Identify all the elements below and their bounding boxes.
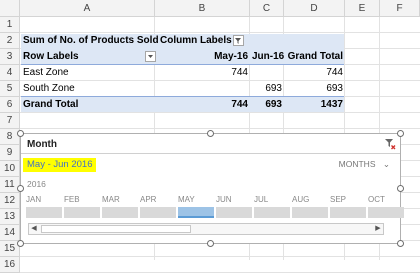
- resize-handle[interactable]: [397, 130, 404, 137]
- month-label: JAN: [26, 195, 42, 204]
- column-letter: B: [198, 3, 206, 14]
- row-header[interactable]: 4: [0, 65, 20, 81]
- pivot-col-header-may[interactable]: May-16: [155, 49, 250, 65]
- pivot-cell[interactable]: 744: [284, 65, 345, 81]
- timeline-bar[interactable]: [216, 207, 252, 218]
- chevron-down-icon: ⌄: [382, 159, 390, 169]
- column-header-c[interactable]: C: [250, 0, 284, 17]
- timeline-bar[interactable]: [254, 207, 290, 218]
- row-header[interactable]: 3: [0, 49, 20, 65]
- column-header-a[interactable]: A: [20, 0, 155, 17]
- row-header[interactable]: 10: [0, 161, 20, 177]
- pivot-grand-total-cell[interactable]: 1437: [284, 97, 345, 113]
- pivot-values-header[interactable]: Sum of No. of Products Sold: [21, 33, 161, 49]
- pivot-grand-total-label[interactable]: Grand Total: [21, 97, 80, 113]
- column-header-d[interactable]: D: [284, 0, 345, 17]
- month-label: JUL: [254, 195, 269, 204]
- row-header[interactable]: 12: [0, 193, 20, 209]
- resize-handle[interactable]: [17, 185, 24, 192]
- row-header[interactable]: 2: [0, 33, 20, 49]
- resize-handle[interactable]: [207, 240, 214, 247]
- month-label: JUN: [216, 195, 232, 204]
- timeline-bar[interactable]: [368, 207, 404, 218]
- pivot-column-labels[interactable]: Column Labels: [158, 33, 234, 49]
- pivot-grand-total-cell[interactable]: 693: [250, 97, 284, 113]
- month-label: MAR: [102, 195, 120, 204]
- pivot-grand-total-cell[interactable]: 744: [155, 97, 250, 113]
- time-level-label: MONTHS: [338, 159, 376, 169]
- month-label: FEB: [64, 195, 80, 204]
- timeline-bar[interactable]: [102, 207, 138, 218]
- column-letter: C: [262, 3, 271, 14]
- resize-handle[interactable]: [207, 130, 214, 137]
- filter-applied-icon: [235, 38, 241, 44]
- pivot-col-header-jun[interactable]: Jun-16: [250, 49, 284, 65]
- scroll-right-icon[interactable]: ▶: [373, 224, 383, 234]
- row-header[interactable]: 14: [0, 225, 20, 241]
- scroll-left-icon[interactable]: ◀: [29, 224, 39, 234]
- pivot-cell[interactable]: 744: [155, 65, 250, 81]
- column-labels-filter-button[interactable]: [233, 35, 244, 46]
- pivot-cell[interactable]: 693: [284, 81, 345, 97]
- resize-handle[interactable]: [17, 240, 24, 247]
- column-header-e[interactable]: E: [345, 0, 380, 17]
- dropdown-arrow-icon: [148, 55, 153, 58]
- row-gridline: [20, 256, 420, 257]
- timeline-bar[interactable]: [330, 207, 366, 218]
- pivot-row-label[interactable]: South Zone: [21, 81, 77, 97]
- time-level-dropdown[interactable]: MONTHS ⌄: [339, 159, 390, 170]
- column-letter: E: [358, 3, 366, 14]
- scroll-thumb[interactable]: [41, 225, 191, 233]
- year-label: 2016: [27, 179, 46, 189]
- timeline-bar[interactable]: [292, 207, 328, 218]
- month-label: SEP: [330, 195, 347, 204]
- column-header-b[interactable]: B: [155, 0, 250, 17]
- pivot-col-header-total[interactable]: Grand Total: [284, 49, 345, 65]
- timeline-bar[interactable]: [140, 207, 176, 218]
- column-header-f[interactable]: F: [380, 0, 420, 17]
- slicer-title: Month: [27, 139, 57, 150]
- month-label: OCT: [368, 195, 385, 204]
- row-header[interactable]: 5: [0, 81, 20, 97]
- timeline-bar[interactable]: [26, 207, 62, 218]
- row-header[interactable]: 9: [0, 145, 20, 161]
- select-all-corner[interactable]: [0, 0, 20, 17]
- pivot-cell[interactable]: 693: [250, 81, 284, 97]
- row-header[interactable]: 13: [0, 209, 20, 225]
- row-header[interactable]: 7: [0, 113, 20, 129]
- clear-filter-icon[interactable]: [384, 138, 396, 150]
- row-gridline: [20, 128, 420, 129]
- row-header[interactable]: 6: [0, 97, 20, 113]
- column-letter: F: [396, 3, 403, 14]
- pivot-cell[interactable]: [155, 81, 250, 97]
- column-letter: A: [83, 3, 91, 14]
- timeline-slicer[interactable]: Month May - Jun 2016 MONTHS ⌄ 2016 JAN FE…: [20, 133, 404, 244]
- pivot-cell[interactable]: [250, 65, 284, 81]
- resize-handle[interactable]: [17, 130, 24, 137]
- pivot-row-label[interactable]: East Zone: [21, 65, 71, 81]
- row-header[interactable]: 16: [0, 257, 20, 273]
- timeline-scrollbar[interactable]: ◀ ▶: [28, 223, 384, 235]
- row-header[interactable]: 1: [0, 17, 20, 33]
- timeline-bar[interactable]: [64, 207, 100, 218]
- month-label: MAY: [178, 195, 195, 204]
- pivot-row-labels[interactable]: Row Labels: [21, 49, 81, 65]
- column-letter: D: [310, 3, 318, 14]
- slicer-title-separator: [21, 153, 400, 154]
- resize-handle[interactable]: [397, 185, 404, 192]
- month-label: APR: [140, 195, 157, 204]
- spreadsheet: A B C D E F 1 2 3 4 5 6 7 8 9 10 11 12 13 14 15 16 Sum …: [0, 0, 420, 273]
- timeline-bar[interactable]: [178, 207, 214, 218]
- resize-handle[interactable]: [397, 240, 404, 247]
- selected-range-label: May - Jun 2016: [23, 158, 97, 172]
- month-label: AUG: [292, 195, 310, 204]
